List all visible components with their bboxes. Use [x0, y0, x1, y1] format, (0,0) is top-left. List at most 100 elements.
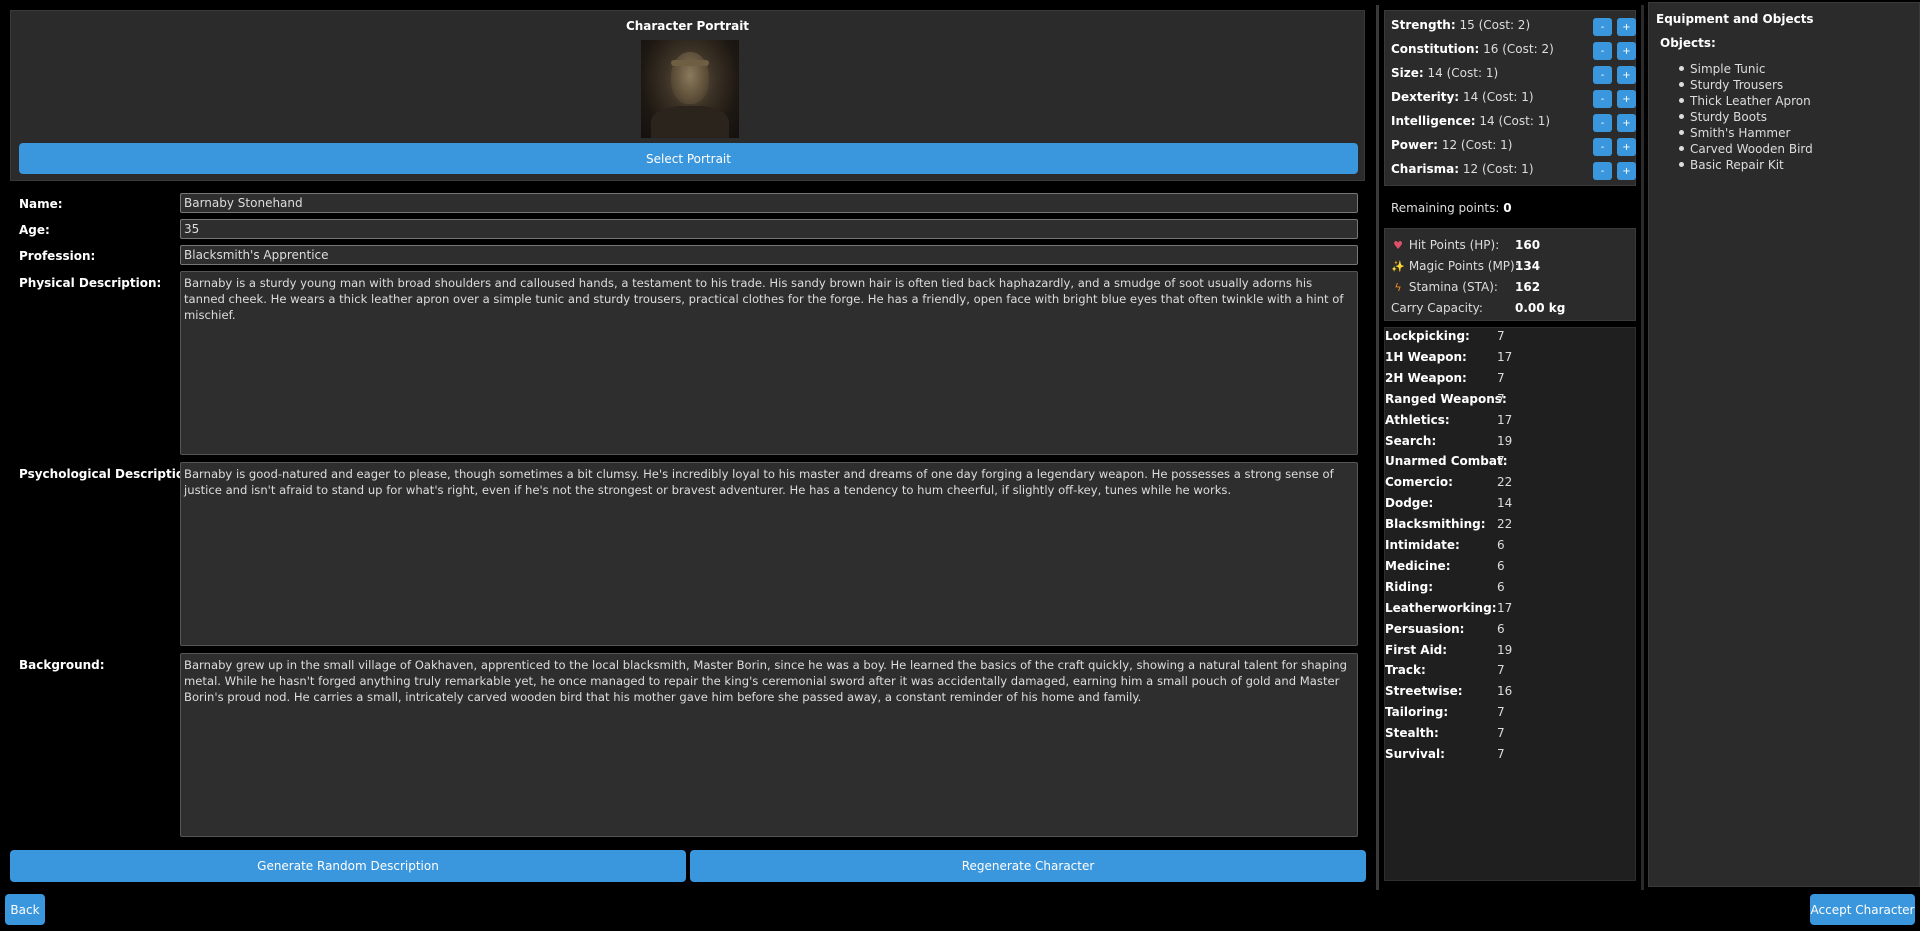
skill-value: 19	[1497, 642, 1513, 657]
portrait-shoulders	[651, 106, 729, 138]
increase-attribute-button[interactable]: +	[1617, 18, 1636, 36]
hp-value: 160	[1515, 238, 1541, 252]
hp-row: ♥ Hit Points (HP): 160	[1391, 238, 1631, 256]
skill-name: Riding:	[1385, 579, 1433, 594]
name-label: Name:	[19, 197, 63, 211]
object-list-item: Simple Tunic	[1679, 61, 1813, 77]
skill-row: Leatherworking: 17	[1385, 601, 1635, 619]
heart-icon: ♥	[1393, 239, 1403, 252]
attribute-cost: (Cost: 1)	[1446, 66, 1499, 80]
increase-attribute-button[interactable]: +	[1617, 138, 1636, 156]
increase-attribute-button[interactable]: +	[1617, 42, 1636, 60]
portrait-title: Character Portrait	[625, 19, 750, 33]
attribute-value: 14	[1462, 90, 1479, 104]
skill-value: 7	[1497, 391, 1505, 406]
skill-row: Streetwise: 16	[1385, 684, 1635, 702]
decrease-attribute-button[interactable]: -	[1593, 18, 1612, 36]
name-input[interactable]: Barnaby Stonehand	[180, 193, 1358, 213]
attribute-name: Constitution:	[1391, 42, 1480, 56]
generate-random-description-button[interactable]: Generate Random Description	[10, 850, 686, 882]
attribute-value: 15	[1459, 18, 1475, 32]
accept-character-button[interactable]: Accept Character	[1810, 894, 1915, 925]
decrease-attribute-button[interactable]: -	[1593, 66, 1612, 84]
skill-value: 6	[1497, 538, 1505, 552]
skill-name: Ranged Weapons:	[1385, 391, 1507, 406]
back-button[interactable]: Back	[5, 894, 45, 925]
skill-row: Riding: 6	[1385, 580, 1635, 598]
skill-value: 22	[1497, 517, 1513, 532]
remaining-points-label: Remaining points:	[1391, 201, 1500, 215]
attribute-row: Power: 12 (Cost: 1) - +	[1391, 138, 1636, 158]
attribute-row: Charisma: 12 (Cost: 1) - +	[1391, 162, 1636, 182]
age-label: Age:	[19, 223, 50, 237]
increase-attribute-button[interactable]: +	[1617, 90, 1636, 108]
decrease-attribute-button[interactable]: -	[1593, 90, 1612, 108]
skill-value: 17	[1497, 349, 1513, 364]
skill-name: Persuasion:	[1385, 621, 1465, 636]
skill-row: Stealth: 7	[1385, 726, 1635, 744]
character-details-column: Character Portrait Select Portrait Name:…	[10, 10, 1366, 886]
age-input[interactable]: 35	[180, 219, 1358, 239]
portrait-circlet	[671, 60, 709, 66]
physical-description-textarea[interactable]: Barnaby is a sturdy young man with broad…	[180, 271, 1358, 455]
skill-row: Search: 19	[1385, 434, 1635, 452]
attribute-name: Power:	[1391, 138, 1438, 152]
attribute-name: Strength:	[1391, 18, 1456, 32]
skill-name: Blacksmithing:	[1385, 517, 1486, 532]
skill-value: 17	[1497, 600, 1513, 615]
skill-value: 19	[1497, 433, 1513, 448]
skill-value: 14	[1497, 496, 1513, 511]
lightning-icon: ϟ	[1394, 281, 1402, 294]
increase-attribute-button[interactable]: +	[1617, 66, 1636, 84]
increase-attribute-button[interactable]: +	[1617, 114, 1636, 132]
skill-name: Search:	[1385, 433, 1437, 448]
object-list-item: Smith's Hammer	[1679, 125, 1813, 141]
sparkles-icon: ✨	[1391, 260, 1405, 273]
skill-value: 6	[1497, 621, 1505, 636]
skill-name: Dodge:	[1385, 496, 1434, 511]
skill-value: 6	[1497, 579, 1505, 594]
skill-row: 1H Weapon: 17	[1385, 350, 1635, 368]
skill-row: Lockpicking: 7	[1385, 329, 1635, 347]
attribute-row: Strength: 15 (Cost: 2) - +	[1391, 18, 1636, 38]
skill-name: Unarmed Combat:	[1385, 454, 1508, 469]
object-list-item: Carved Wooden Bird	[1679, 141, 1813, 157]
object-list: Simple Tunic Sturdy Trousers Thick Leather…	[1679, 61, 1813, 173]
skill-name: Intimidate:	[1385, 538, 1460, 552]
attribute-row: Constitution: 16 (Cost: 2) - +	[1391, 42, 1636, 62]
skill-name: Streetwise:	[1385, 684, 1463, 699]
decrease-attribute-button[interactable]: -	[1593, 114, 1612, 132]
skill-row: Unarmed Combat: 7	[1385, 454, 1635, 472]
background-label: Background:	[19, 658, 105, 672]
column-divider	[1641, 5, 1644, 890]
background-textarea[interactable]: Barnaby grew up in the small village of …	[180, 653, 1358, 837]
increase-attribute-button[interactable]: +	[1617, 162, 1636, 180]
attribute-value: 14	[1427, 66, 1443, 80]
skill-row: Survival: 7	[1385, 747, 1635, 765]
psychological-description-label: Psychological Description:	[19, 467, 198, 481]
skill-value: 7	[1497, 454, 1505, 469]
attribute-name: Size:	[1391, 66, 1424, 80]
select-portrait-button[interactable]: Select Portrait	[19, 143, 1358, 174]
remaining-points: Remaining points: 0	[1391, 201, 1512, 215]
attribute-name: Intelligence:	[1391, 114, 1476, 128]
skill-value: 7	[1497, 726, 1505, 741]
skill-row: Dodge: 14	[1385, 496, 1635, 514]
decrease-attribute-button[interactable]: -	[1593, 162, 1612, 180]
attribute-value: 16	[1483, 42, 1499, 56]
attribute-row: Intelligence: 14 (Cost: 1) - +	[1391, 114, 1636, 134]
decrease-attribute-button[interactable]: -	[1593, 42, 1612, 60]
skill-row: Ranged Weapons: 7	[1385, 392, 1635, 410]
skill-row: 2H Weapon: 7	[1385, 371, 1635, 389]
profession-input[interactable]: Blacksmith's Apprentice	[180, 245, 1358, 265]
skill-name: Track:	[1385, 663, 1426, 678]
decrease-attribute-button[interactable]: -	[1593, 138, 1612, 156]
skill-name: Leatherworking:	[1385, 600, 1497, 615]
skill-name: 1H Weapon:	[1385, 349, 1467, 364]
regenerate-character-button[interactable]: Regenerate Character	[690, 850, 1366, 882]
carry-value: 0.00 kg	[1515, 301, 1566, 315]
skill-row: Comercio: 22	[1385, 475, 1635, 493]
psychological-description-textarea[interactable]: Barnaby is good-natured and eager to ple…	[180, 462, 1358, 646]
skill-value: 7	[1497, 705, 1505, 720]
attribute-cost: (Cost: 1)	[1481, 162, 1534, 176]
